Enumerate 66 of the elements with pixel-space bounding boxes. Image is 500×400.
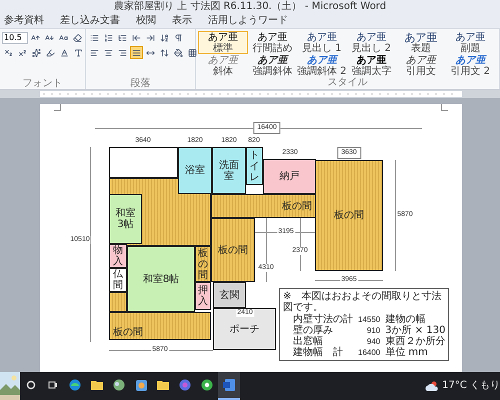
legend-term: 出窓幅: [293, 336, 324, 347]
globe-icon: [113, 379, 125, 391]
menu-tab[interactable]: 校閲: [136, 14, 156, 26]
room-label: 玄関: [220, 290, 240, 300]
menu-tab[interactable]: 表示: [172, 14, 192, 26]
style-option[interactable]: あア亜 強調斜体: [248, 54, 297, 77]
room-label: 和室8帖: [142, 274, 180, 284]
room-label: 納戸: [280, 171, 300, 182]
media-icon: [179, 379, 191, 391]
room-label: 浴室: [185, 165, 205, 176]
legend-term: 建物幅 計: [293, 347, 344, 358]
legend-value: 14550: [358, 314, 380, 325]
search-icon: [26, 380, 36, 390]
room-label: 仏間: [113, 269, 123, 291]
folder-icon: [91, 380, 103, 390]
style-option[interactable]: あア亜 引用文 2: [446, 54, 495, 77]
room-label: 押入: [198, 285, 208, 307]
dimension-line: [315, 280, 383, 281]
style-option[interactable]: あア亜 表題: [396, 31, 446, 54]
menu-tab[interactable]: 差し込み文書: [60, 14, 120, 26]
browser-icon: [69, 379, 81, 391]
room-label: 板の間: [113, 327, 143, 338]
legend-value: 940: [366, 336, 380, 347]
legend-note: ※ 本図はおおよその間取りと寸法図です。: [283, 291, 442, 313]
style-option[interactable]: あア亜 強調斜体 2: [297, 54, 346, 77]
group-label: フォント: [22, 78, 64, 89]
room-label: 物入: [113, 245, 123, 267]
photos-icon: [136, 380, 146, 390]
menu-tab[interactable]: 活用しようワード: [208, 14, 288, 26]
task-view-icon: [48, 380, 58, 390]
room-label: トイレ: [250, 150, 260, 182]
legend-term: 内壁寸法の計: [293, 314, 353, 325]
room-label: 板の間: [218, 244, 248, 256]
legend-remark: 東西２か所分: [385, 336, 446, 347]
cloud-icon: [425, 380, 440, 392]
legend-value: 16400: [358, 347, 380, 358]
group-label: スタイル: [326, 77, 368, 88]
room-label: 板の間: [198, 248, 208, 280]
style-option[interactable]: あア亜 引用文: [396, 54, 446, 77]
ring-app-icon: [201, 379, 213, 391]
room-label: 板の間: [334, 210, 364, 221]
document-app-icon: [223, 379, 235, 391]
style-option[interactable]: あア亜 副題: [446, 31, 495, 54]
room-label: 板の間: [282, 200, 312, 212]
corner-mark: [54, 104, 61, 111]
legend-remark: 3か所 × 130: [385, 325, 446, 336]
font-size-field[interactable]: 10.5: [2, 32, 28, 44]
room-label: 洗面室: [218, 160, 240, 182]
legend-value: 910: [366, 325, 380, 336]
folder-icon: [157, 380, 169, 390]
style-option[interactable]: あア亜 標準: [198, 31, 248, 54]
window-title: 農家部屋割り 上 寸法図 R6.11.30.（土） - Microsoft Word: [114, 0, 386, 12]
room-label: ポーチ: [230, 324, 260, 334]
legend-remark: 単位 mm: [385, 347, 429, 358]
legend-term: 壁の厚み: [293, 325, 334, 336]
group-label: 段落: [130, 78, 152, 89]
weather-text: 17°C くもり: [442, 380, 500, 392]
legend-remark: 建物の幅: [385, 314, 426, 325]
style-option[interactable]: あア亜 見出し 1: [297, 31, 346, 54]
menu-tab[interactable]: 参考資料: [4, 14, 44, 26]
style-option[interactable]: あア亜 強調太字: [346, 54, 396, 77]
corner-mark: [441, 104, 448, 111]
room-label: 和室3帖: [114, 208, 136, 230]
style-option[interactable]: あア亜 見出し 2: [346, 31, 396, 54]
style-option[interactable]: あア亜 斜体: [198, 54, 248, 77]
style-option[interactable]: あア亜 行間詰め: [248, 31, 297, 54]
